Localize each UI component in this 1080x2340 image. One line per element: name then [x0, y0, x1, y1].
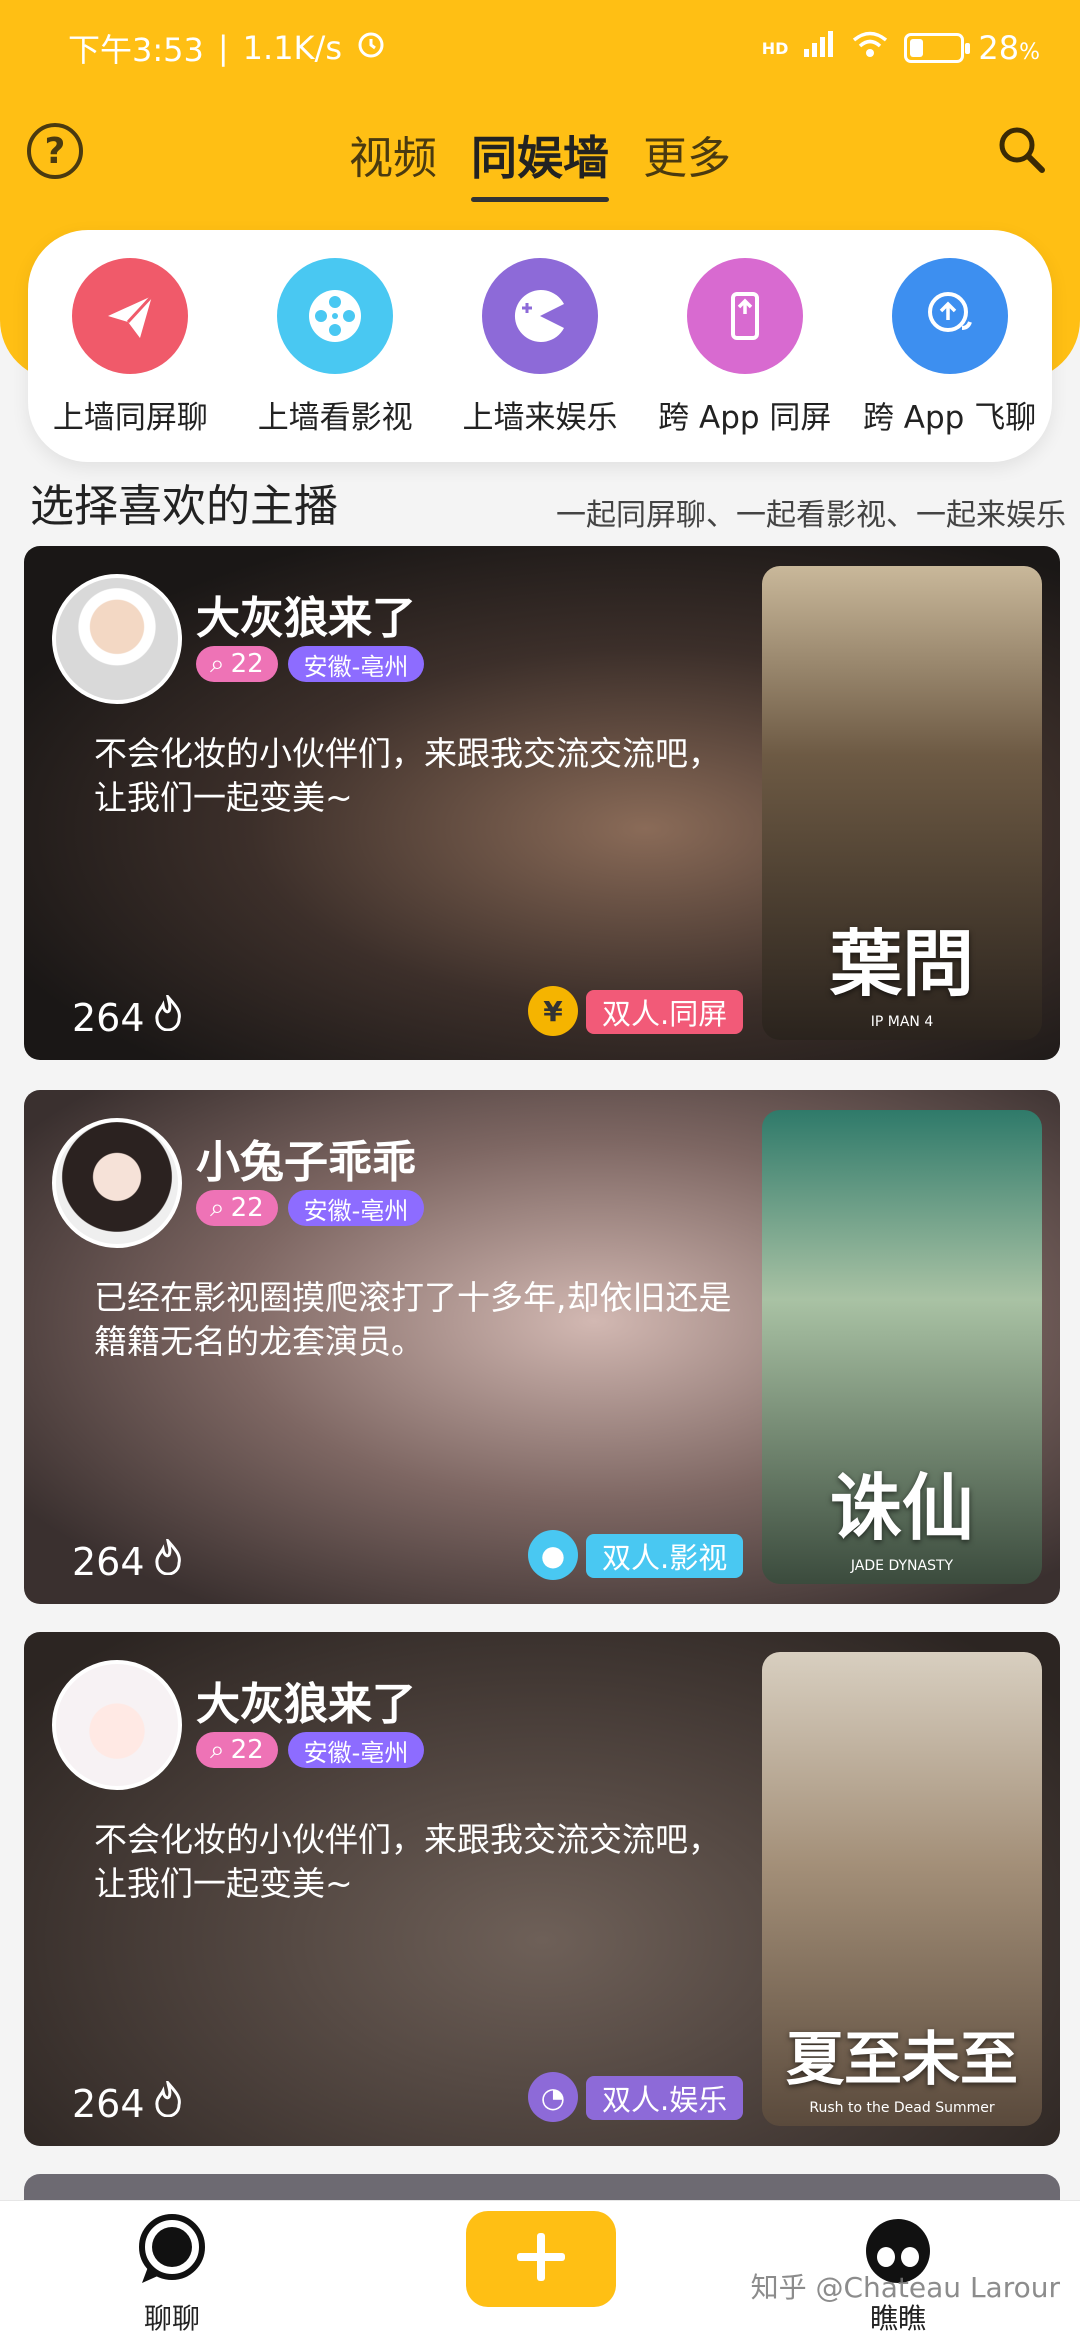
search-heart-icon: ⌕ — [210, 648, 225, 679]
tab-wall[interactable]: 同娱墙 — [471, 110, 609, 208]
count-badge: ⌕ 22 — [196, 1190, 278, 1226]
flame-icon — [153, 991, 183, 1040]
flame-icon — [153, 2077, 183, 2126]
status-time: 下午3:53 — [68, 31, 204, 69]
battery-unit: % — [1019, 40, 1040, 65]
room-type-tag[interactable]: 双人.影视 — [586, 1534, 744, 1578]
section-title: 选择喜欢的主播 — [30, 481, 338, 532]
bottom-navigation: 聊聊 瞧瞧 知乎 @Chateau Larour — [0, 2200, 1080, 2340]
top-navigation: ? 视频 同娱墙 更多 — [0, 110, 1080, 220]
chat-bubble-icon — [132, 2213, 212, 2293]
tab-bar: 视频 同娱墙 更多 — [0, 110, 1080, 208]
add-button[interactable] — [466, 2211, 616, 2307]
room-type-tag[interactable]: 双人.同屏 — [586, 990, 744, 1034]
phone-share-icon — [686, 258, 803, 374]
quick-action-cross-app-chat[interactable]: 跨 App 飞聊 — [855, 258, 1045, 462]
search-heart-icon: ⌕ — [210, 1192, 225, 1223]
avatar[interactable] — [52, 1660, 182, 1790]
quick-action-cross-app-screen[interactable]: 跨 App 同屏 — [650, 258, 840, 462]
game-pacman-icon: ◔ — [528, 2072, 578, 2122]
status-bar: 下午3:53 | 1.1K/s HD 28% — [0, 0, 1080, 96]
count-badge: ⌕ 22 — [196, 646, 278, 682]
tab-video[interactable]: 视频 — [349, 110, 437, 208]
avatar[interactable] — [52, 1118, 182, 1248]
host-description: 不会化妆的小伙伴们，来跟我交流交流吧，让我们一起变美~ — [94, 734, 721, 817]
alarm-clock-icon — [356, 29, 386, 67]
yuan-coin-icon: ¥ — [528, 986, 578, 1036]
host-description: 不会化妆的小伙伴们，来跟我交流交流吧，让我们一起变美~ — [94, 1820, 721, 1903]
battery-percent: 28 — [978, 29, 1020, 67]
film-reel-icon: ● — [528, 1530, 578, 1580]
quick-action-screen-chat[interactable]: 上墙同屏聊 — [35, 258, 225, 462]
room-type-tag[interactable]: 双人.娱乐 — [586, 2076, 744, 2120]
network-speed: 1.1K/s — [242, 29, 342, 67]
location-badge: 安徽-亳州 — [287, 1732, 425, 1768]
movie-poster[interactable]: 诛仙 JADE DYNASTY — [762, 1110, 1042, 1584]
quick-actions-card: 上墙同屏聊 上墙看影视 上墙来娱乐 跨 App 同屏 跨 App 飞聊 — [28, 230, 1052, 462]
search-heart-icon: ⌕ — [210, 1734, 225, 1765]
section-subtitle: 一起同屏聊、一起看影视、一起来娱乐 — [556, 498, 1066, 533]
movie-poster[interactable]: 夏至未至 Rush to the Dead Summer — [762, 1652, 1042, 2126]
flame-icon — [153, 1535, 183, 1584]
search-icon[interactable] — [992, 120, 1052, 180]
heat-count: 264 — [72, 991, 183, 1040]
tab-more[interactable]: 更多 — [643, 110, 731, 208]
wifi-icon — [850, 29, 890, 67]
film-reel-icon — [277, 258, 394, 374]
plus-icon — [513, 2229, 569, 2289]
battery-icon — [904, 33, 971, 63]
host-card[interactable]: 大灰狼来了 ⌕ 22 安徽-亳州 不会化妆的小伙伴们，来跟我交流交流吧，让我们一起… — [24, 546, 1060, 1060]
quick-action-entertainment[interactable]: 上墙来娱乐 — [445, 258, 635, 462]
movie-poster[interactable]: 葉問 IP MAN 4 — [762, 566, 1042, 1040]
avatar[interactable] — [52, 574, 182, 704]
watermark: 知乎 @Chateau Larour — [750, 2271, 1060, 2304]
chat-bubble-upload-icon — [891, 258, 1008, 374]
nav-chat[interactable]: 聊聊 — [132, 2213, 212, 2337]
heat-count: 264 — [72, 1535, 183, 1584]
signal-icon — [802, 29, 836, 67]
heat-count: 264 — [72, 2077, 183, 2126]
host-card[interactable]: 大灰狼来了 ⌕ 22 安徽-亳州 不会化妆的小伙伴们，来跟我交流交流吧，让我们一起… — [24, 1632, 1060, 2146]
location-badge: 安徽-亳州 — [287, 1190, 425, 1226]
host-card[interactable]: 小兔子乖乖 ⌕ 22 安徽-亳州 已经在影视圈摸爬滚打了十多年,却依旧还是籍籍无名… — [24, 1090, 1060, 1604]
quick-action-watch-video[interactable]: 上墙看影视 — [240, 258, 430, 462]
host-name: 大灰狼来了 — [196, 1679, 416, 1730]
host-name: 小兔子乖乖 — [196, 1137, 416, 1188]
host-name: 大灰狼来了 — [196, 593, 416, 644]
paper-plane-icon — [72, 258, 189, 374]
host-description: 已经在影视圈摸爬滚打了十多年,却依旧还是籍籍无名的龙套演员。 — [94, 1278, 732, 1361]
signal-hd-label: HD — [761, 38, 789, 58]
count-badge: ⌕ 22 — [196, 1732, 278, 1768]
location-badge: 安徽-亳州 — [287, 646, 425, 682]
game-pacman-icon — [481, 258, 598, 374]
